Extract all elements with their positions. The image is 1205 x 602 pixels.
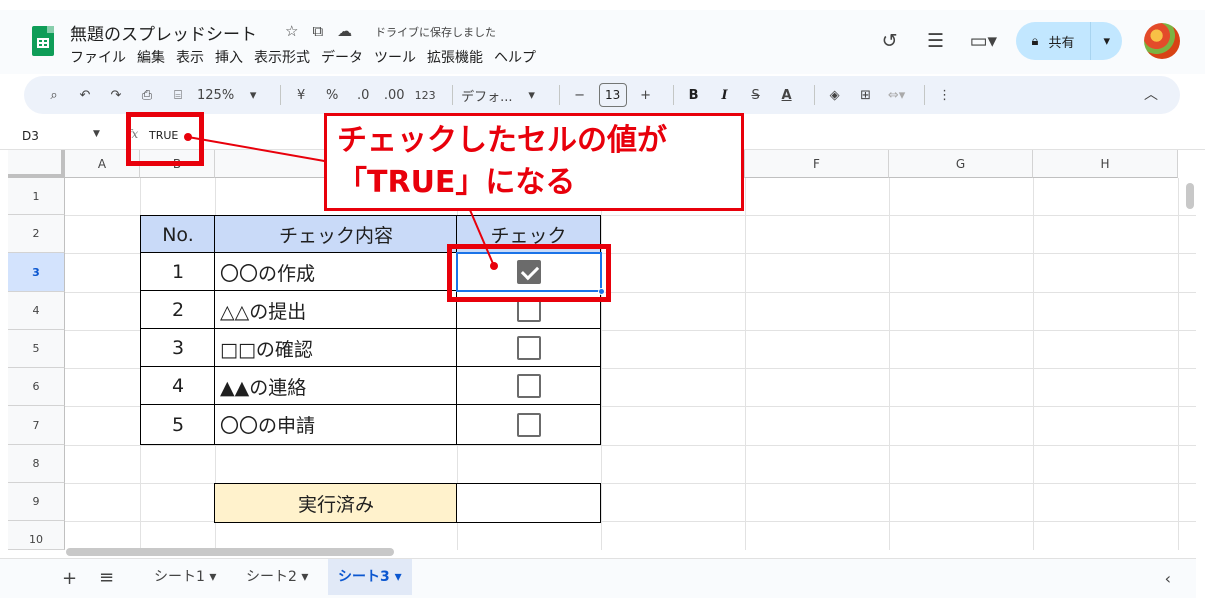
highlight-formula-value (126, 112, 204, 166)
highlight-checked-cell (447, 244, 611, 302)
callout-box: チェックしたセルの値が 「TRUE」になる (324, 113, 744, 211)
callout-line-1: チェックしたセルの値が (337, 123, 667, 158)
callout-line-2: 「TRUE」になる (337, 165, 576, 200)
